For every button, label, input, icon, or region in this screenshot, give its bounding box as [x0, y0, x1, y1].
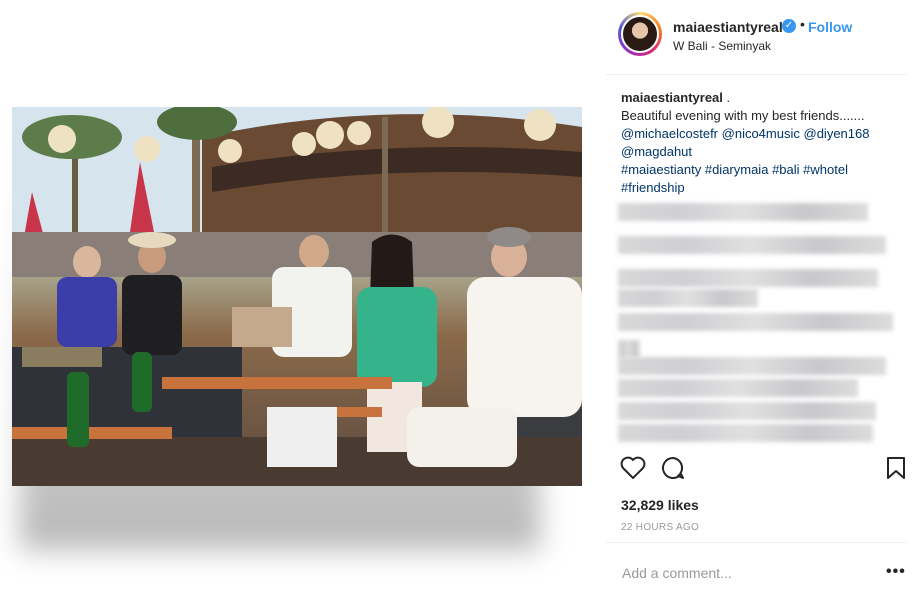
caption-text: Beautiful evening with my best friends..…: [621, 108, 865, 123]
blurred-comment: [618, 269, 878, 287]
hashtag-link[interactable]: #friendship: [621, 180, 685, 195]
post-location[interactable]: W Bali - Seminyak: [673, 39, 771, 53]
avatar[interactable]: [621, 15, 659, 53]
blurred-comment: [618, 340, 640, 358]
mention-link[interactable]: @nico4music: [722, 126, 800, 141]
caption-mentions: @michaelcostefr @nico4music @diyen168 @m…: [621, 125, 906, 161]
comment-bar: •••: [606, 542, 907, 595]
verified-badge-icon: ✓: [782, 19, 796, 33]
separator-dot: •: [800, 16, 805, 32]
hashtag-link[interactable]: #diarymaia: [705, 162, 769, 177]
hashtag-link[interactable]: #whotel: [803, 162, 848, 177]
comment-input[interactable]: [620, 562, 864, 584]
bookmark-icon[interactable]: [886, 456, 906, 485]
mention-link[interactable]: @magdahut: [621, 144, 692, 159]
photo-stage: [0, 0, 600, 594]
post-header: maiaestiantyreal ✓ • Follow W Bali - Sem…: [606, 0, 907, 75]
blurred-comment: [618, 379, 858, 397]
blurred-comment: [618, 236, 886, 254]
blurred-comment: [618, 313, 893, 331]
post-actions: [606, 456, 907, 496]
post-sidebar: maiaestiantyreal ✓ • Follow W Bali - Sem…: [606, 0, 913, 594]
blurred-comment: [618, 424, 873, 442]
heart-icon[interactable]: [620, 456, 646, 485]
post-timestamp[interactable]: 22 HOURS AGO: [621, 522, 699, 533]
blurred-comment: [618, 357, 886, 375]
avatar-ring[interactable]: [618, 12, 662, 56]
caption-punctuation: .: [726, 90, 731, 105]
blurred-comment: [618, 402, 876, 420]
caption-hashtags: #maiaestianty #diarymaia #bali #whotel #…: [621, 161, 906, 197]
caption-username[interactable]: maiaestiantyreal: [621, 90, 723, 105]
mention-link[interactable]: @diyen168: [804, 126, 870, 141]
blurred-comment: [618, 289, 758, 307]
blurred-comment: [618, 203, 868, 221]
hashtag-link[interactable]: #maiaestianty: [621, 162, 701, 177]
post-username[interactable]: maiaestiantyreal: [673, 19, 783, 35]
post-caption: maiaestiantyreal . Beautiful evening wit…: [621, 89, 906, 197]
follow-button[interactable]: Follow: [808, 19, 852, 35]
hashtag-link[interactable]: #bali: [772, 162, 799, 177]
likes-count[interactable]: 32,829 likes: [621, 497, 699, 513]
mention-link[interactable]: @michaelcostefr: [621, 126, 718, 141]
more-options-icon[interactable]: •••: [886, 563, 906, 581]
photo-scene: [12, 107, 582, 486]
comment-bubble-icon[interactable]: [660, 456, 686, 485]
post-photo[interactable]: [12, 107, 582, 486]
caption-header: maiaestiantyreal .: [621, 89, 906, 107]
